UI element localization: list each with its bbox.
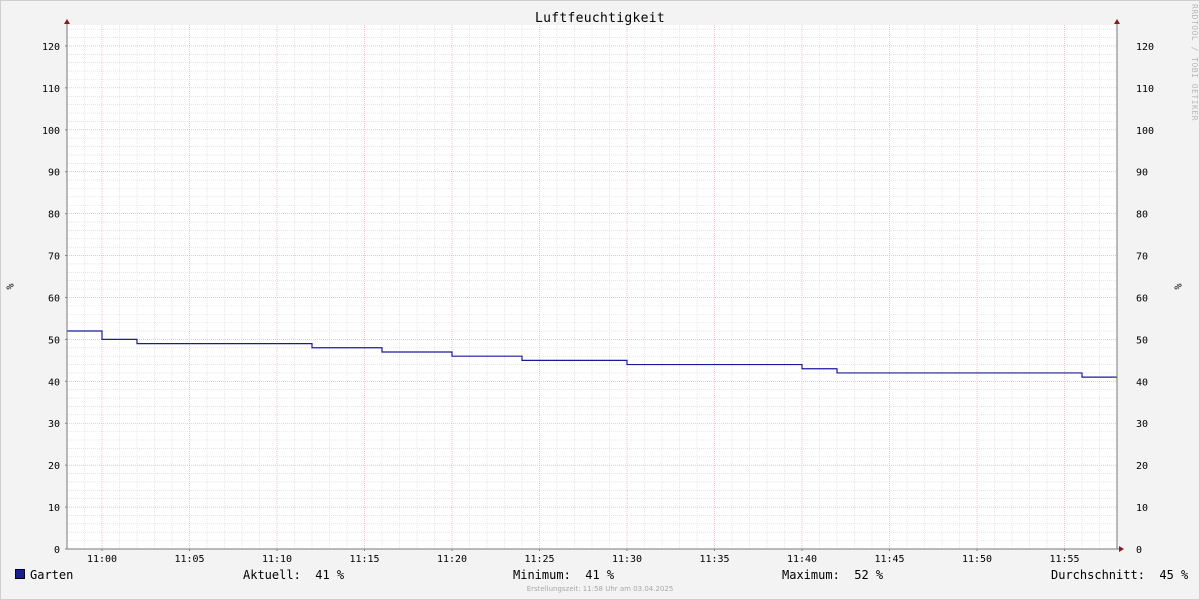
y-tick-label-right: 60	[1136, 293, 1148, 304]
y-tick-label-right: 80	[1136, 210, 1148, 221]
y-tick-label-left: 120	[42, 42, 60, 53]
x-tick-label: 11:50	[962, 554, 992, 565]
x-tick-label: 11:10	[262, 554, 292, 565]
stat-avg-label: Durchschnitt:	[1051, 568, 1145, 582]
x-tick-label: 11:15	[349, 554, 379, 565]
y-tick-label-left: 40	[48, 377, 60, 388]
x-tick-label: 11:25	[524, 554, 554, 565]
y-tick-label-left: 0	[54, 545, 60, 556]
stat-average: Durchschnitt: 45 %	[1051, 568, 1188, 582]
stat-current-label: Aktuell:	[243, 568, 301, 582]
stat-avg-value: 45 %	[1159, 568, 1189, 582]
y-tick-label-left: 80	[48, 210, 60, 221]
x-tick-label: 11:20	[437, 554, 467, 565]
x-tick-label: 11:40	[787, 554, 817, 565]
y-tick-label-right: 30	[1136, 419, 1148, 430]
x-tick-label: 11:45	[874, 554, 904, 565]
y-tick-label-right: 110	[1136, 84, 1154, 95]
footer-timestamp: Erstellungszeit: 11:58 Uhr am 03.04.2025	[526, 585, 674, 593]
x-tick-label: 11:55	[1049, 554, 1079, 565]
x-axis-arrow	[1119, 546, 1124, 552]
stat-minimum: Minimum: 41 %	[513, 568, 614, 582]
y-tick-label-right: 50	[1136, 335, 1148, 346]
x-tick-label: 11:00	[87, 554, 117, 565]
stat-maximum: Maximum: 52 %	[782, 568, 883, 582]
y-axis-arrow-right	[1114, 19, 1120, 24]
x-tick-label: 11:35	[699, 554, 729, 565]
y-tick-label-right: 70	[1136, 252, 1148, 263]
x-tick-label: 11:05	[174, 554, 204, 565]
y-tick-label-right: 40	[1136, 377, 1148, 388]
y-tick-label-left: 70	[48, 252, 60, 263]
stat-min-value: 41 %	[585, 568, 615, 582]
y-tick-label-left: 60	[48, 293, 60, 304]
chart-plot: 0 0 10 10 20 20 30 30 40 40 50 50 60 60 70 70 80 80 90 90 10…	[42, 19, 1154, 565]
y-tick-label-right: 20	[1136, 461, 1148, 472]
y-tick-label-left: 30	[48, 419, 60, 430]
y-tick-label-left: 100	[42, 126, 60, 137]
y-tick-label-left: 90	[48, 168, 60, 179]
y-tick-label-left: 20	[48, 461, 60, 472]
y-tick-label-left: 10	[48, 503, 60, 514]
y-tick-label-left: 50	[48, 335, 60, 346]
stat-max-label: Maximum:	[782, 568, 840, 582]
y-axis-arrow-left	[64, 19, 70, 24]
x-tick-label: 11:30	[612, 554, 642, 565]
legend-series-name: Garten	[30, 568, 74, 582]
stat-max-value: 52 %	[854, 568, 884, 582]
y-tick-label-right: 0	[1136, 545, 1142, 556]
y-tick-label-right: 10	[1136, 503, 1148, 514]
y-tick-label-left: 110	[42, 84, 60, 95]
y-tick-label-right: 90	[1136, 168, 1148, 179]
stat-min-label: Minimum:	[513, 568, 571, 582]
y-tick-label-right: 120	[1136, 42, 1154, 53]
stat-current: Aktuell: 41 %	[243, 568, 344, 582]
stat-current-value: 41 %	[315, 568, 345, 582]
legend-swatch-garten	[15, 569, 25, 579]
legend: Garten Aktuell: 41 % Minimum: 41 % Maxim…	[0, 568, 1200, 584]
y-tick-label-right: 100	[1136, 126, 1154, 137]
